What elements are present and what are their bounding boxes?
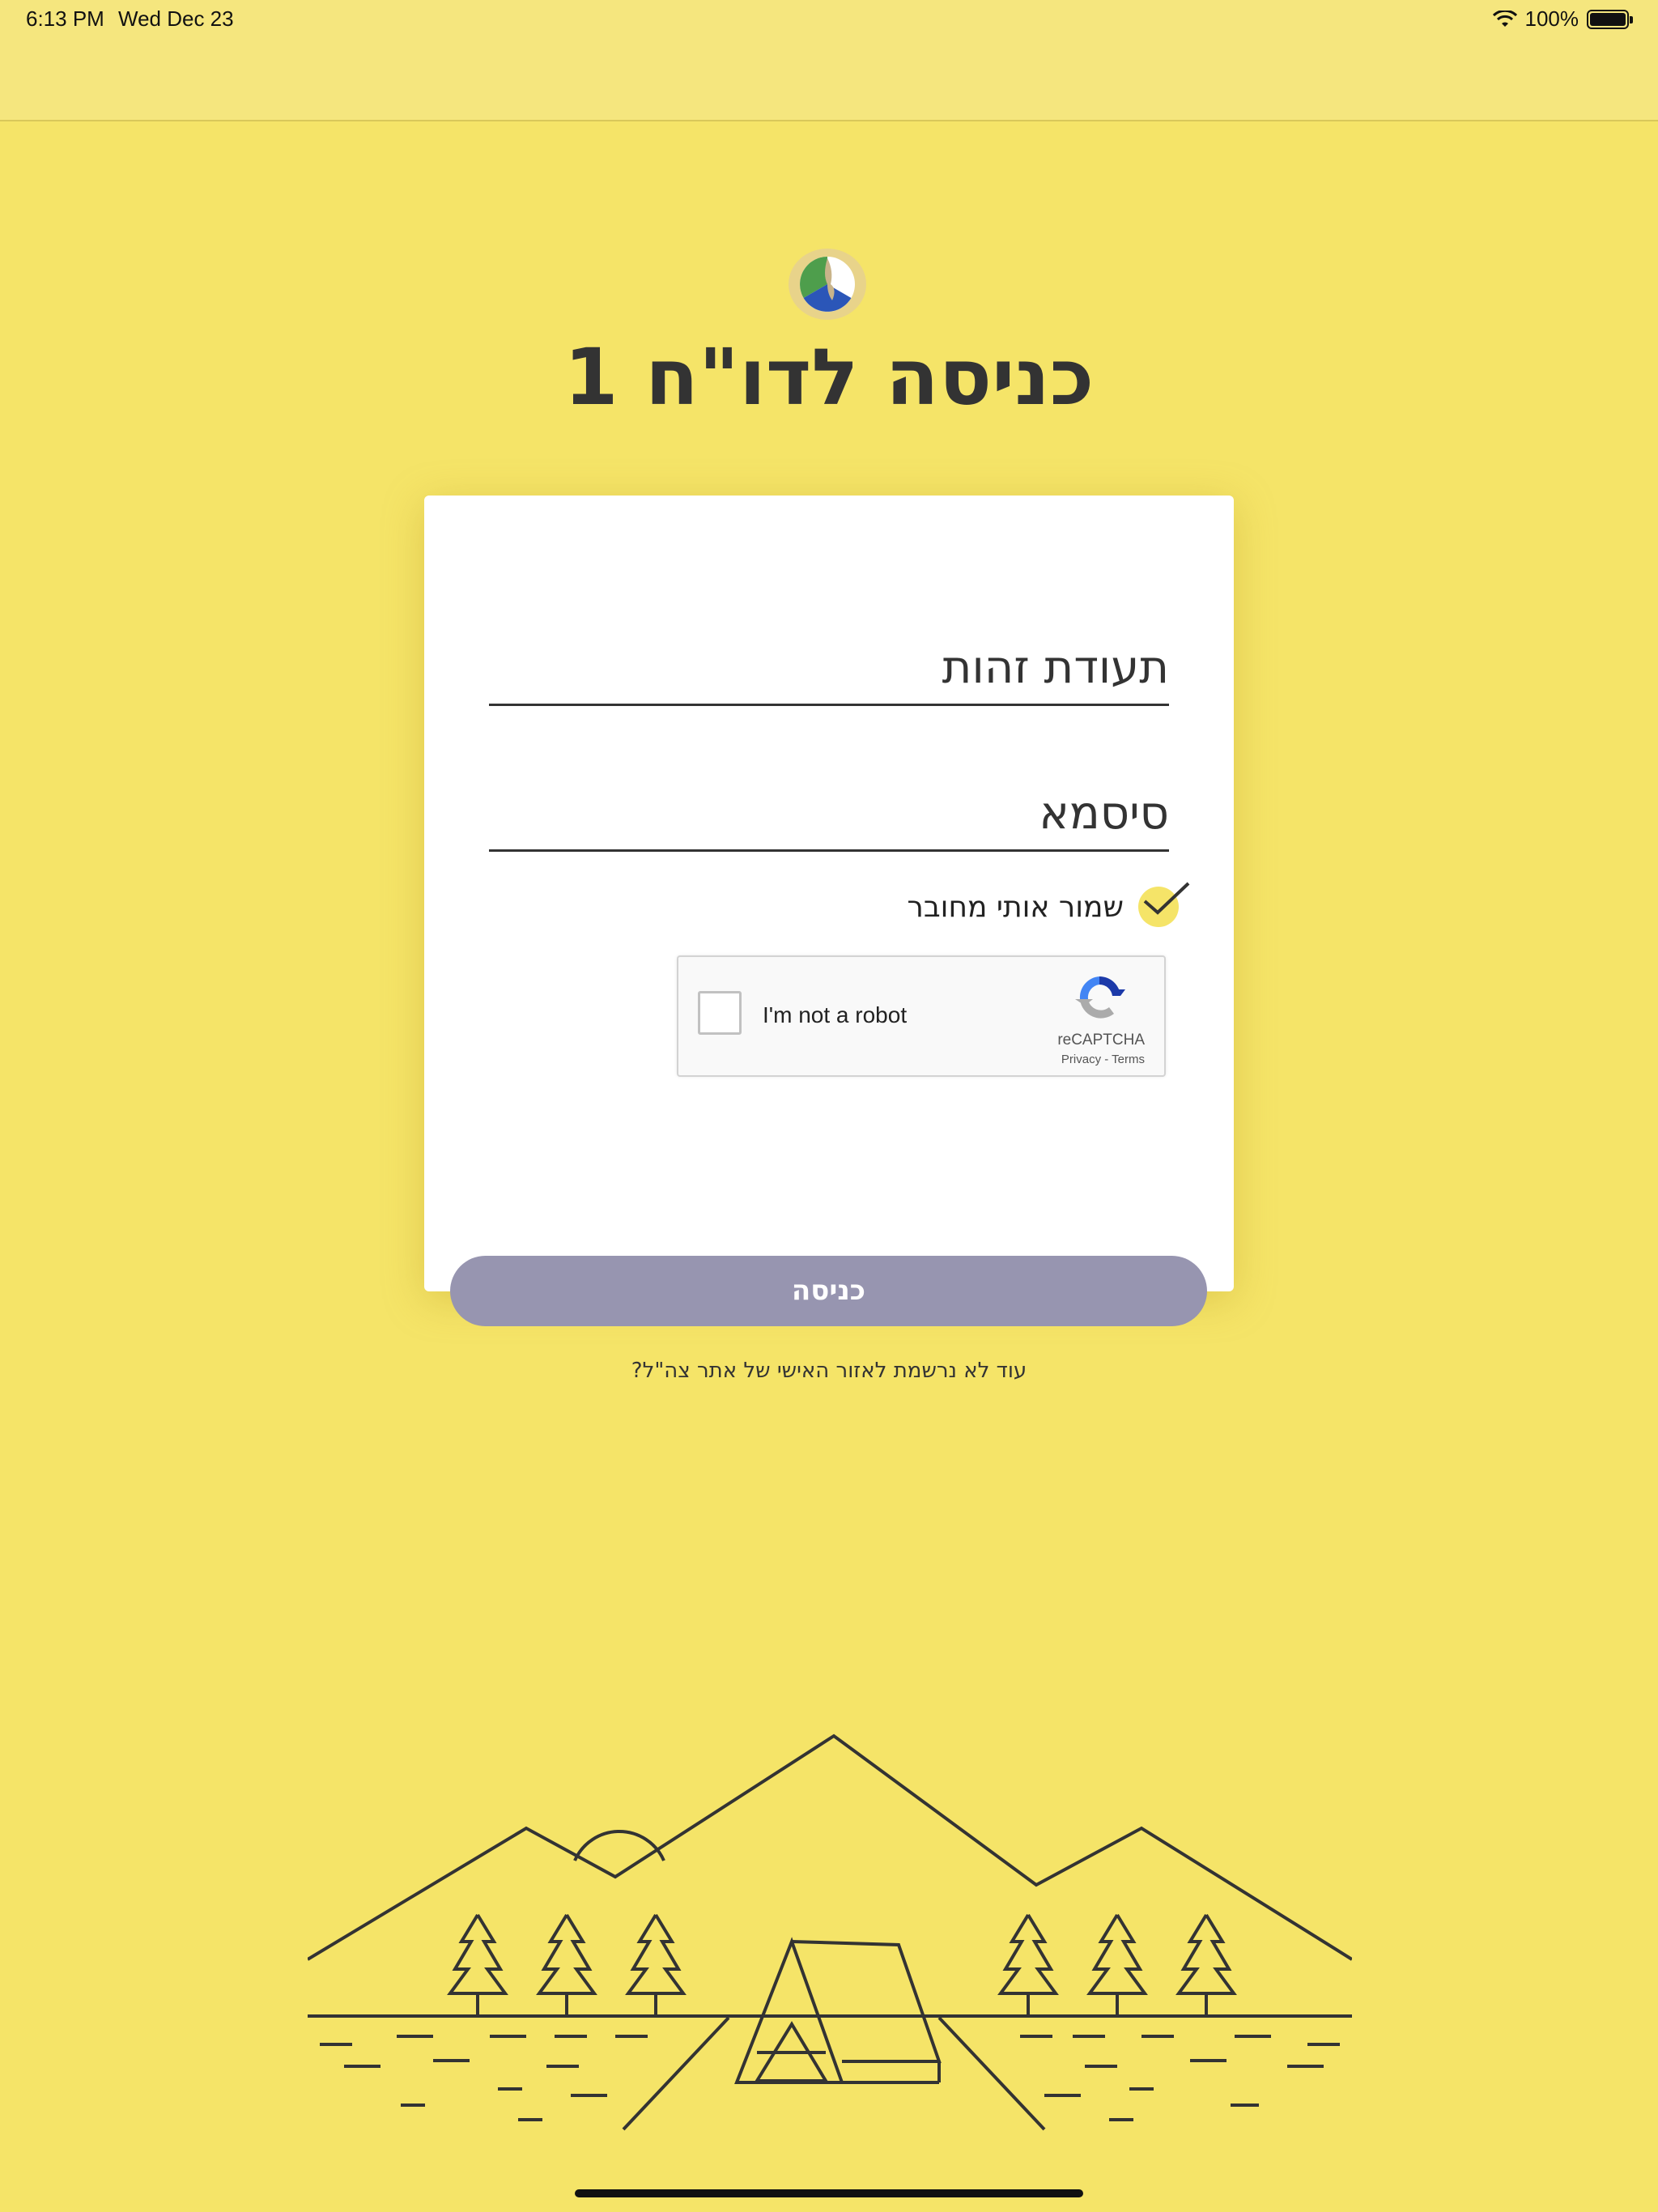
recaptcha-label: I'm not a robot xyxy=(763,1002,908,1027)
remember-me-label: שמור אותי מחובר xyxy=(907,890,1124,924)
status-bar: 6:13 PM Wed Dec 23 100% xyxy=(0,0,1658,121)
recaptcha-brand: reCAPTCHA xyxy=(1057,1032,1145,1049)
home-indicator xyxy=(575,2189,1083,2197)
login-card: תעודת זהות סיסמא שמור אותי מחובר I'm not… xyxy=(424,496,1234,1291)
status-right: 100% xyxy=(1492,6,1633,32)
login-button[interactable]: כניסה xyxy=(450,1256,1207,1326)
status-date: Wed Dec 23 xyxy=(118,6,234,31)
camping-illustration xyxy=(308,1733,1352,2131)
id-number-field[interactable]: תעודת זהות xyxy=(489,609,1169,706)
remember-me-checkbox[interactable] xyxy=(1138,882,1190,927)
recaptcha-widget: I'm not a robot reCAPTCHA Privacy - Term… xyxy=(677,955,1166,1077)
recaptcha-icon xyxy=(1075,976,1125,1019)
password-field[interactable]: סיסמא xyxy=(489,755,1169,852)
idf-logo xyxy=(789,249,866,320)
recaptcha-links[interactable]: Privacy - Terms xyxy=(1061,1053,1145,1066)
wifi-icon xyxy=(1492,10,1517,27)
battery-percent: 100% xyxy=(1524,6,1579,31)
recaptcha-checkbox[interactable] xyxy=(698,991,742,1035)
remember-me[interactable]: שמור אותי מחובר xyxy=(907,882,1190,931)
checkmark-icon xyxy=(1143,882,1190,915)
status-time: 6:13 PM xyxy=(26,6,104,31)
page-title: כניסה לדו"ח 1 xyxy=(563,332,1095,423)
register-link[interactable]: עוד לא נרשמת לאזור האישי של אתר צה"ל? xyxy=(0,1359,1658,1383)
battery-icon xyxy=(1587,9,1633,29)
